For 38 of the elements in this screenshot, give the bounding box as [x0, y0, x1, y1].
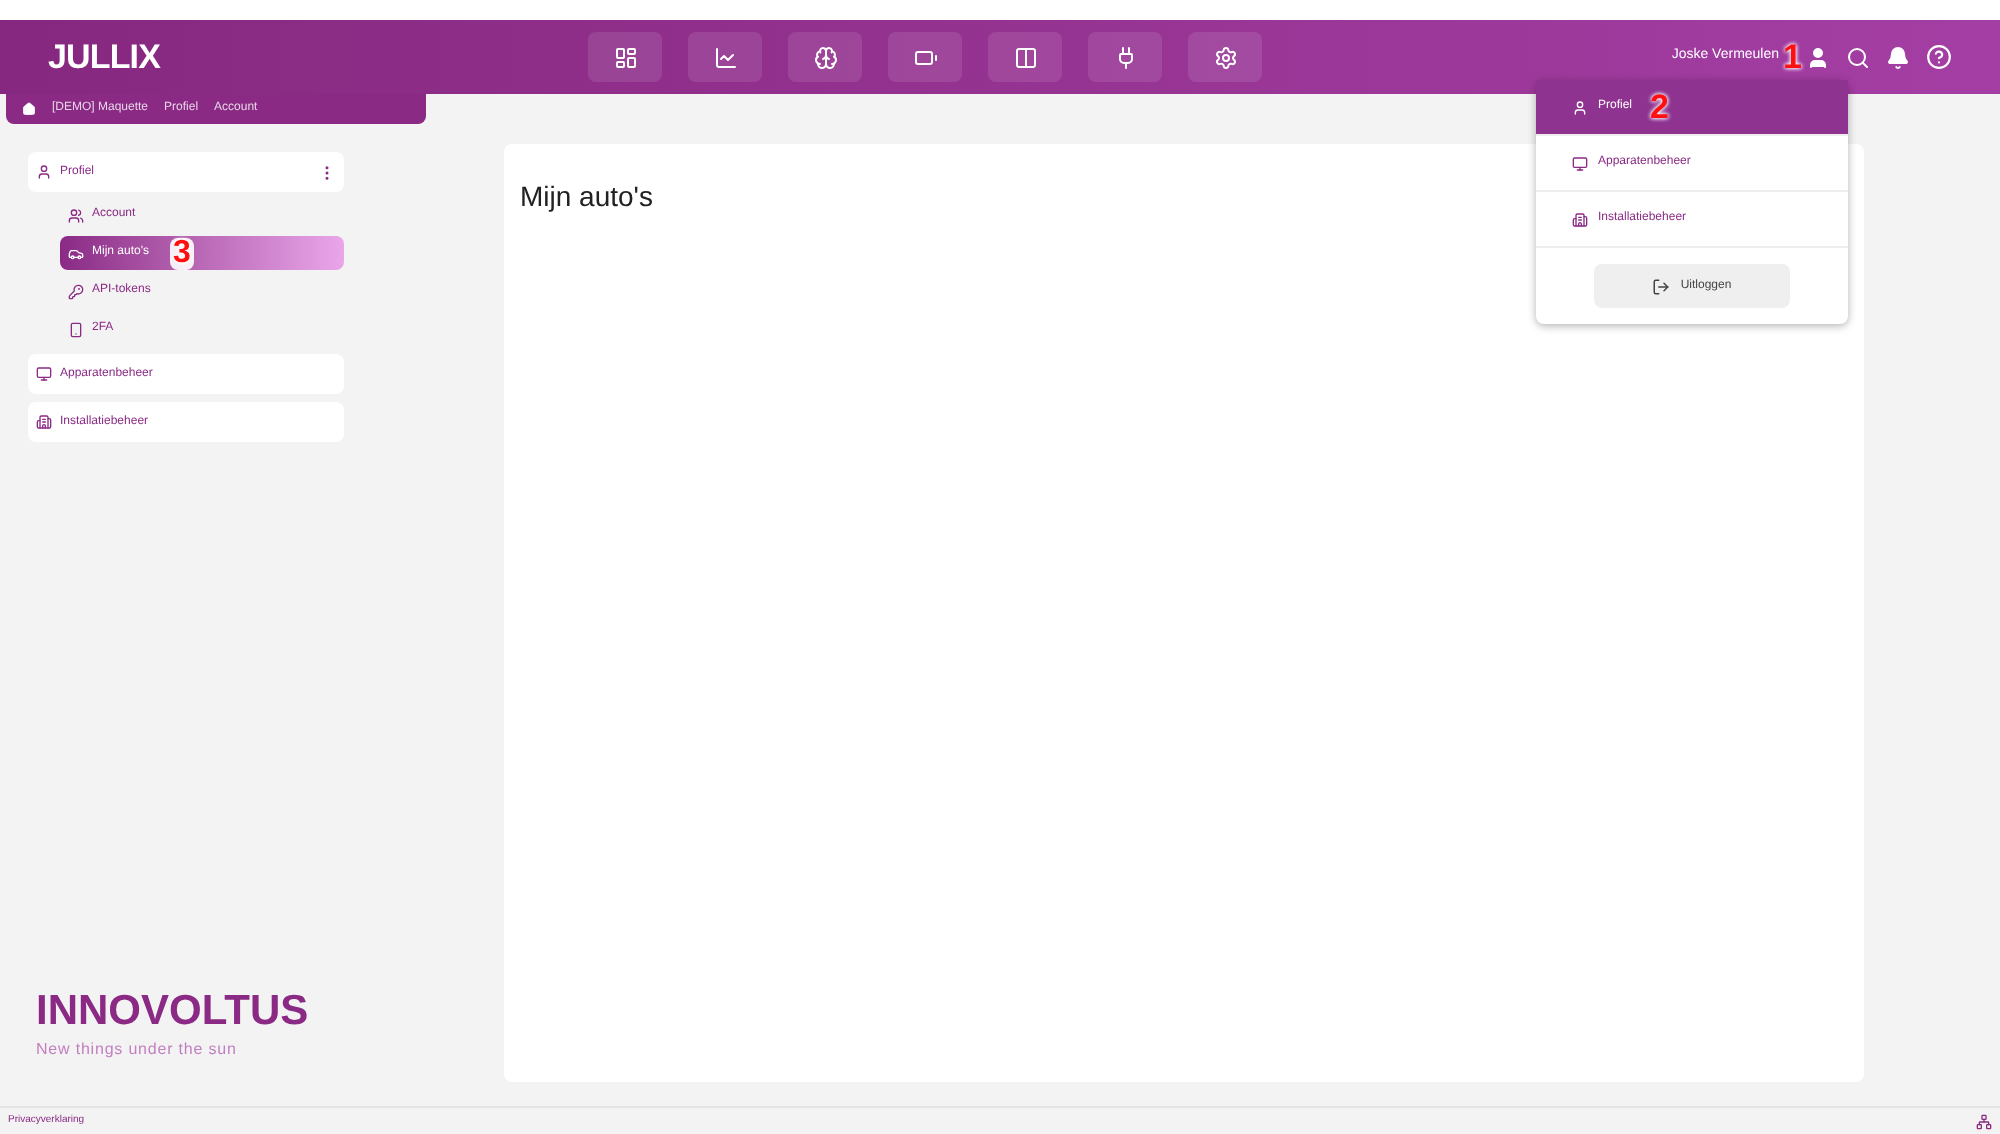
page-title: Mijn auto's	[520, 178, 653, 216]
nav-button[interactable]	[788, 32, 862, 82]
users-icon	[68, 207, 84, 223]
annotation-number: 2	[1650, 90, 1669, 124]
logo: JULLIX	[48, 35, 163, 80]
battery-icon	[913, 45, 937, 69]
brand-logo: INNOVOLTUS	[36, 990, 311, 1032]
monitor-icon	[1572, 155, 1588, 171]
dashboard-icon	[613, 45, 637, 69]
plug-icon	[1113, 45, 1137, 69]
nav-button[interactable]	[1188, 32, 1262, 82]
network-icon	[1976, 1113, 1992, 1129]
settings-icon	[1213, 45, 1237, 69]
car-icon	[68, 245, 84, 261]
phone-icon	[68, 321, 84, 337]
building-icon	[36, 414, 52, 430]
nav-button[interactable]	[888, 32, 962, 82]
user-icon	[1572, 99, 1588, 115]
home-icon[interactable]	[22, 102, 36, 116]
nav-button[interactable]	[1088, 32, 1162, 82]
notifications-icon[interactable]	[1886, 45, 1910, 69]
nav-button[interactable]	[588, 32, 662, 82]
brain-icon	[813, 45, 837, 69]
nav-button[interactable]	[688, 32, 762, 82]
key-icon	[68, 283, 84, 299]
annotation-number: 1	[1783, 40, 1802, 74]
annotation-number: 3	[169, 237, 195, 269]
brand-tagline: New things under the sun	[36, 1038, 239, 1062]
user-icon	[36, 164, 52, 180]
search-icon[interactable]	[1846, 45, 1870, 69]
chart-icon	[713, 45, 737, 69]
help-icon[interactable]	[1926, 44, 1952, 70]
logout-icon	[1652, 277, 1671, 295]
user-icon[interactable]	[1806, 45, 1830, 69]
panel-icon	[1013, 45, 1037, 69]
monitor-icon	[36, 366, 52, 382]
nav-button[interactable]	[988, 32, 1062, 82]
building-icon	[1572, 211, 1588, 227]
